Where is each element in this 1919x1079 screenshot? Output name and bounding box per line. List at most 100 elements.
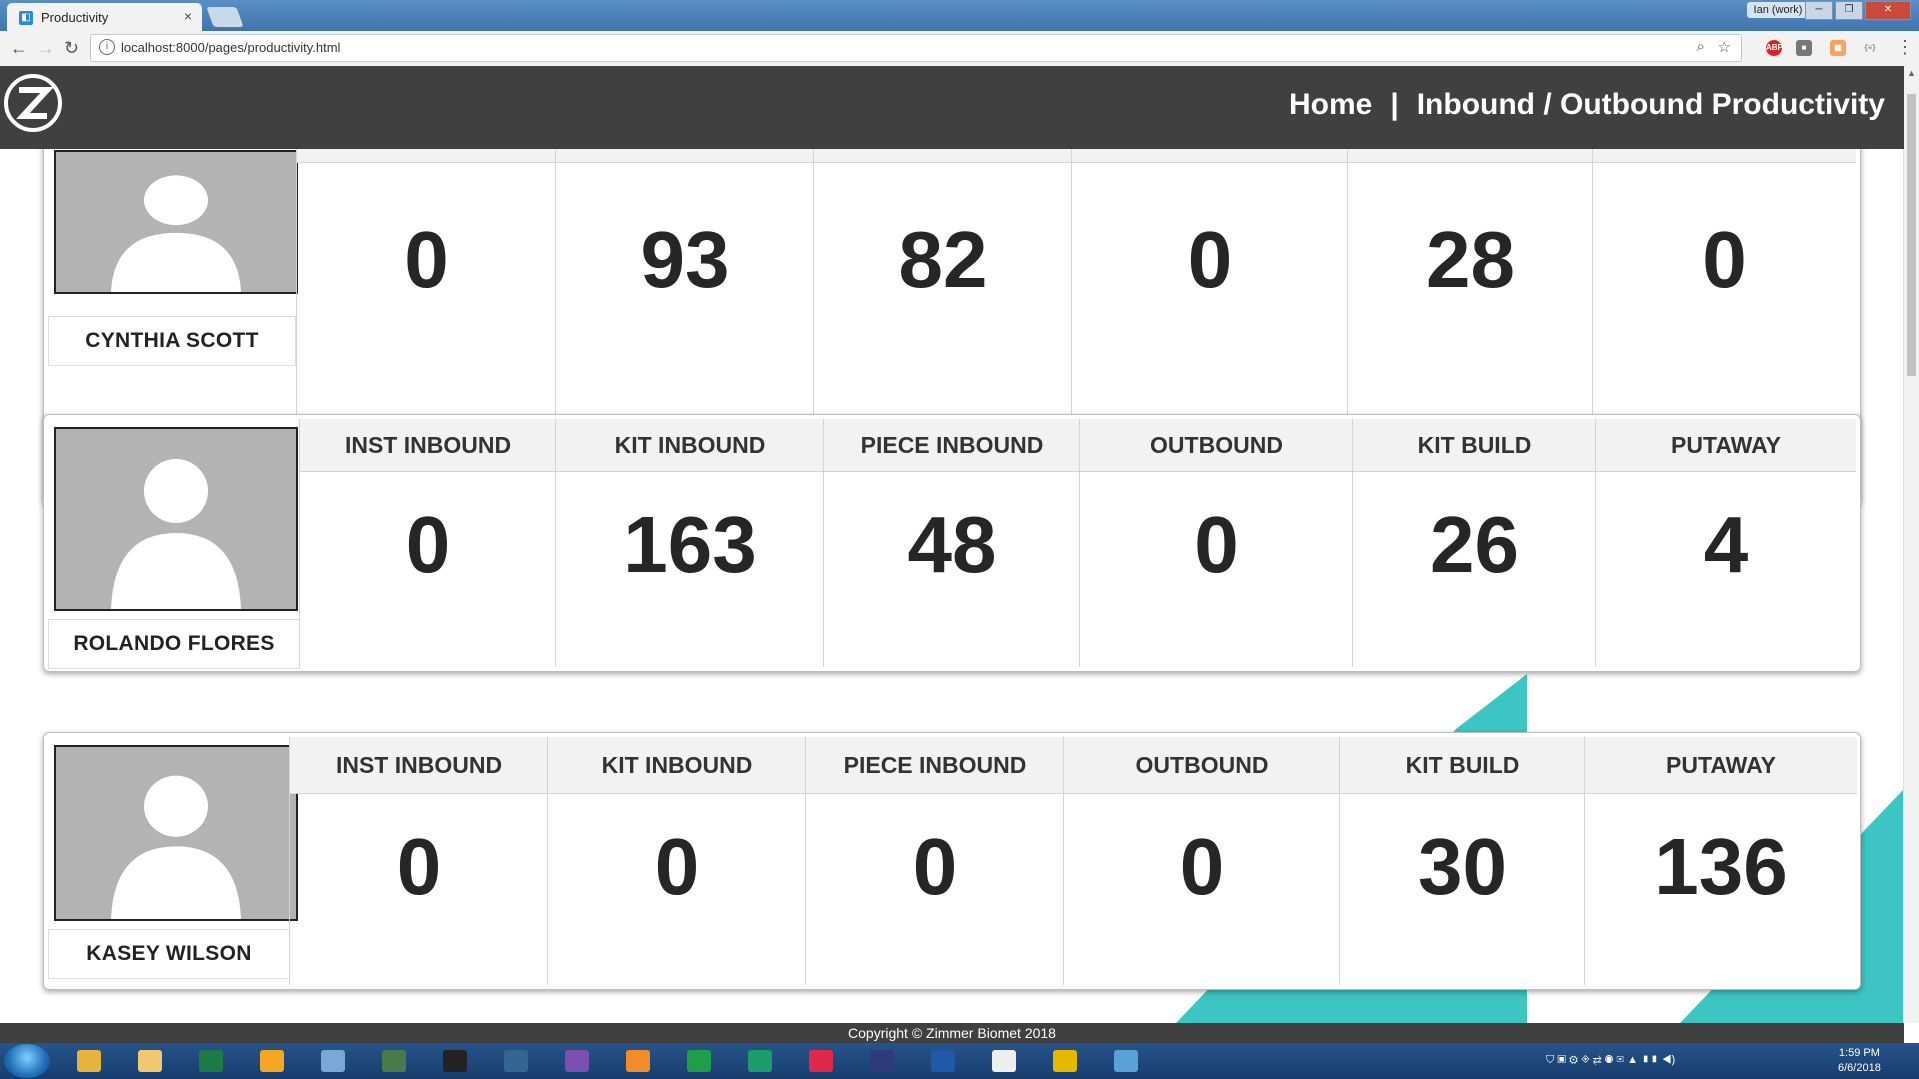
- main-content: CYNTHIA SCOTT 0 93 82 0 28 0 ROLANDO FLORES INST…: [0, 149, 1904, 1023]
- metric-header-hidden: [1593, 149, 1856, 163]
- employee-name: ROLANDO FLORES: [48, 619, 300, 669]
- clock-time: 1:59 PM: [1838, 1047, 1880, 1059]
- employee-card: ROLANDO FLORES INST INBOUND 0 KIT INBOUND 16…: [43, 414, 1861, 672]
- metric-header: INST INBOUND: [300, 419, 556, 472]
- metric-value: 0: [654, 822, 700, 911]
- powershell-icon[interactable]: [916, 1046, 970, 1076]
- metric-header-hidden: [1072, 149, 1348, 163]
- metric-value: 82: [898, 215, 988, 304]
- scroll-up-icon[interactable]: ▲: [1907, 68, 1916, 78]
- metric-header: KIT BUILD: [1340, 737, 1585, 794]
- metric-header-hidden: [814, 149, 1072, 163]
- metric-header: KIT BUILD: [1353, 419, 1596, 472]
- url-text[interactable]: localhost:8000/pages/productivity.html: [121, 40, 340, 55]
- extension-icon[interactable]: ■: [1796, 40, 1812, 56]
- nav-home-link[interactable]: Home: [1289, 88, 1372, 121]
- metric-cell: INST INBOUND 0: [299, 419, 556, 667]
- window-controls: ─ ❐ ✕: [1805, 1, 1911, 20]
- menu-kebab-icon[interactable]: ⋮: [1896, 37, 1914, 57]
- sublime-icon[interactable]: [611, 1046, 665, 1076]
- calendar-extension-icon[interactable]: ▦: [1830, 40, 1846, 56]
- computer-icon[interactable]: [367, 1046, 421, 1076]
- metric-value: 0: [1179, 822, 1225, 911]
- chrome-icon[interactable]: [62, 1046, 116, 1076]
- page-favicon-icon: ◧: [19, 11, 33, 25]
- metric-value: 0: [1194, 500, 1239, 589]
- metric-cell: KIT INBOUND 0: [547, 737, 806, 985]
- metric-cell: OUTBOUND 0: [1079, 419, 1353, 667]
- site-info-icon[interactable]: i: [99, 39, 115, 55]
- metric-header-hidden: [1348, 149, 1593, 163]
- pycharm-icon[interactable]: [672, 1046, 726, 1076]
- metric-header: PUTAWAY: [1585, 737, 1857, 794]
- metric-value: 28: [1426, 215, 1515, 304]
- explorer-icon[interactable]: [123, 1046, 177, 1076]
- metric-header: PIECE INBOUND: [824, 419, 1080, 472]
- browser-tabstrip: ◧ Productivity × Ian (work) ─ ❐ ✕: [0, 0, 1919, 31]
- metric-value: 4: [1703, 500, 1749, 589]
- windows-taskbar: ⛉ ▣ ⚙ ◈ ⇄ ◉ ✉ ▲ ▮▮ ◀) 1:59 PM 6/6/2018: [0, 1043, 1919, 1079]
- metric-cell: PIECE INBOUND 48: [823, 419, 1080, 667]
- metric-cell: KIT INBOUND 163: [555, 419, 824, 667]
- nav-productivity-link[interactable]: Inbound / Outbound Productivity: [1417, 88, 1885, 121]
- employee-name: KASEY WILSON: [48, 929, 290, 979]
- employee-name: CYNTHIA SCOTT: [48, 316, 296, 366]
- start-button[interactable]: [4, 1044, 50, 1078]
- notepad-icon[interactable]: [306, 1046, 360, 1076]
- new-tab-button[interactable]: [206, 7, 244, 27]
- metric-cell: KIT BUILD 30: [1339, 737, 1585, 985]
- browser-tab[interactable]: ◧ Productivity ×: [7, 3, 202, 31]
- page-scrollbar[interactable]: ▲: [1903, 66, 1919, 1023]
- metric-value: 26: [1430, 500, 1519, 589]
- datagrip-icon[interactable]: [733, 1046, 787, 1076]
- metric-header-hidden: [556, 149, 814, 163]
- address-bar[interactable]: i localhost:8000/pages/productivity.html…: [90, 34, 1742, 62]
- zoom-search-icon[interactable]: ⌕: [1697, 38, 1705, 55]
- tab-close-icon[interactable]: ×: [184, 8, 192, 24]
- intellij-icon[interactable]: [794, 1046, 848, 1076]
- json-extension-icon[interactable]: {≡}: [1862, 40, 1878, 56]
- terminal-icon[interactable]: [428, 1046, 482, 1076]
- scrollbar-thumb[interactable]: [1907, 94, 1916, 376]
- excel-icon[interactable]: [184, 1046, 238, 1076]
- lock-icon[interactable]: [1038, 1046, 1092, 1076]
- clock-date: 6/6/2018: [1838, 1062, 1881, 1074]
- metric-cell: KIT BUILD 26: [1352, 419, 1596, 667]
- maximize-button[interactable]: ❐: [1835, 1, 1863, 20]
- avatar-placeholder-icon: [54, 745, 298, 921]
- explorer-window-icon[interactable]: [1099, 1046, 1153, 1076]
- metric-header: KIT INBOUND: [556, 419, 824, 472]
- browser-toolbar: ← → ↻ i localhost:8000/pages/productivit…: [0, 31, 1919, 67]
- taskbar-clock[interactable]: 1:59 PM 6/6/2018: [1838, 1046, 1881, 1076]
- metric-value: 30: [1418, 822, 1507, 911]
- metric-cell: PUTAWAY 4: [1595, 419, 1856, 667]
- minimize-button[interactable]: ─: [1805, 1, 1833, 20]
- close-window-button[interactable]: ✕: [1865, 1, 1911, 20]
- metric-value: 0: [404, 215, 449, 304]
- visual-studio-icon[interactable]: [550, 1046, 604, 1076]
- tab-title: Productivity: [41, 10, 109, 25]
- adblock-extension-icon[interactable]: ABP: [1766, 40, 1783, 56]
- profile-badge[interactable]: Ian (work): [1747, 2, 1809, 18]
- reload-icon[interactable]: ↻: [64, 38, 79, 58]
- nav-separator: |: [1390, 88, 1399, 121]
- metric-cell: OUTBOUND 0: [1063, 737, 1340, 985]
- avatar-placeholder-icon: [54, 427, 298, 611]
- metric-header: INST INBOUND: [290, 737, 548, 794]
- employee-card: KASEY WILSON INST INBOUND 0 KIT INBOUND 0 PIE…: [43, 732, 1861, 990]
- avatar-placeholder-icon: [54, 150, 298, 294]
- back-arrow-icon[interactable]: ←: [10, 38, 28, 58]
- metric-value: 0: [1187, 215, 1233, 304]
- webstorm-icon[interactable]: [855, 1046, 909, 1076]
- postgres-icon[interactable]: [489, 1046, 543, 1076]
- metric-header: OUTBOUND: [1080, 419, 1353, 472]
- barcode-icon[interactable]: [977, 1046, 1031, 1076]
- outlook-icon[interactable]: [245, 1046, 299, 1076]
- system-tray-icons[interactable]: ⛉ ▣ ⚙ ◈ ⇄ ◉ ✉ ▲ ▮▮ ◀): [1546, 1054, 1675, 1067]
- metric-header: OUTBOUND: [1064, 737, 1340, 794]
- app-header: Home | Inbound / Outbound Productivity: [0, 66, 1904, 149]
- bookmark-star-icon[interactable]: ☆: [1718, 38, 1731, 56]
- forward-arrow-icon[interactable]: →: [37, 38, 55, 58]
- page-footer: Copyright © Zimmer Biomet 2018: [0, 1023, 1904, 1043]
- zimmer-logo-icon[interactable]: [3, 73, 63, 133]
